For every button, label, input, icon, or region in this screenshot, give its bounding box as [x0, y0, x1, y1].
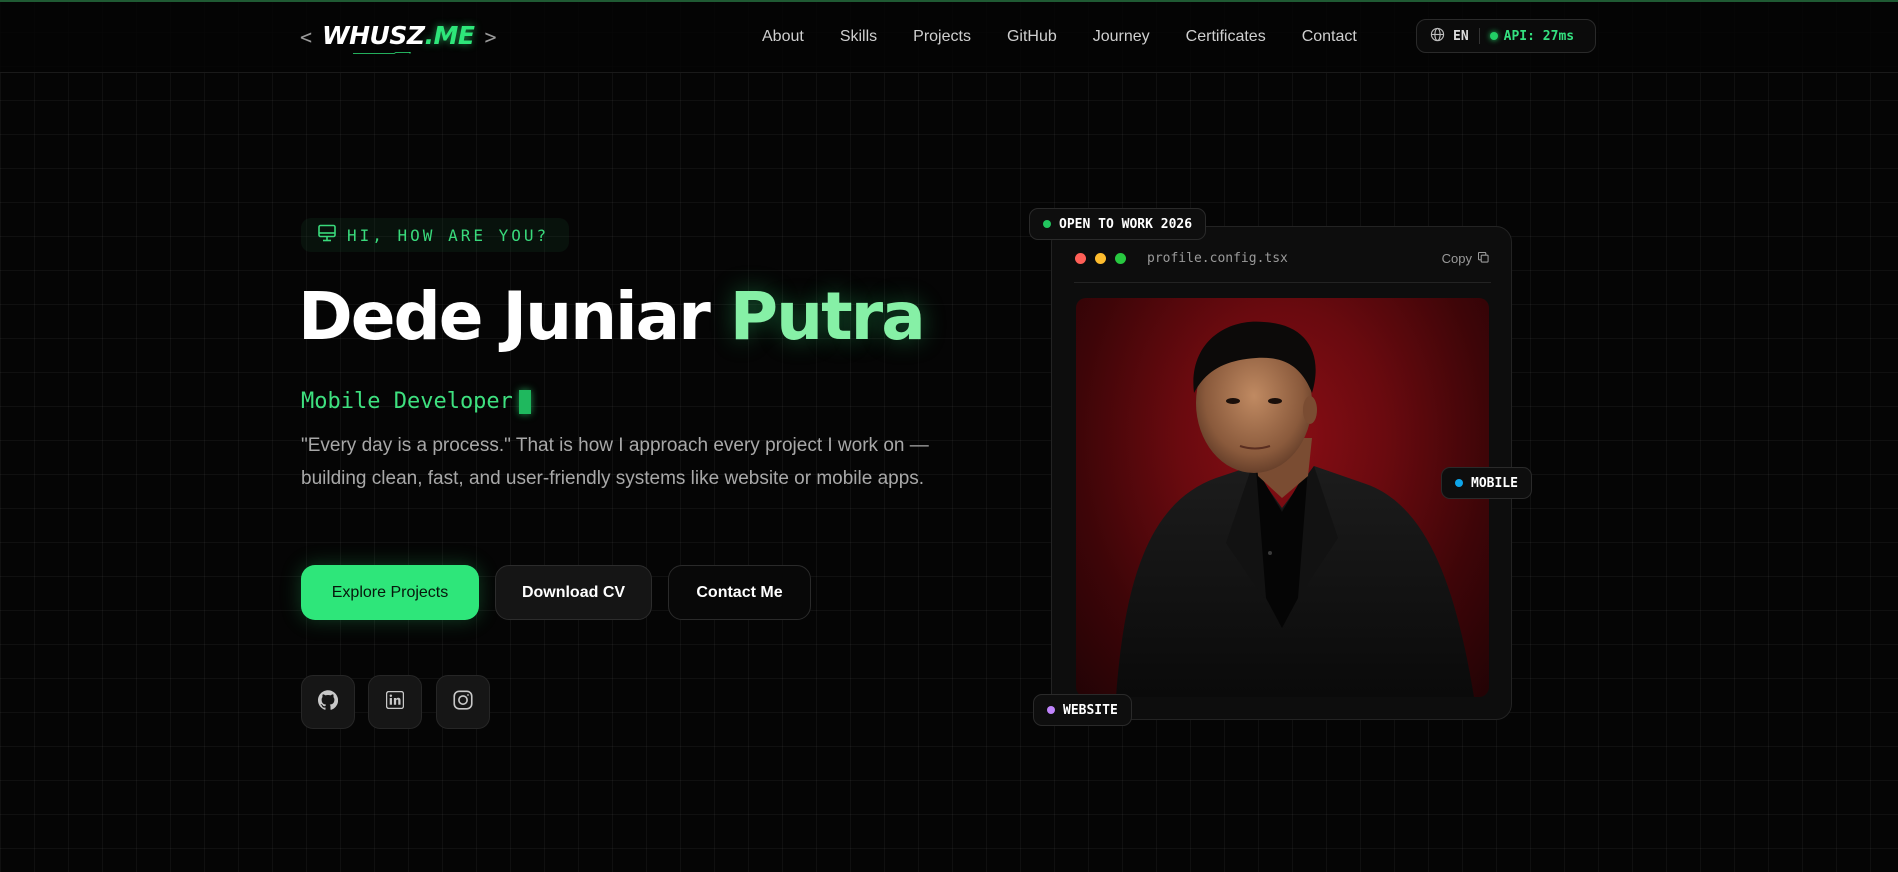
instagram-icon — [453, 689, 473, 715]
explore-projects-button[interactable]: Explore Projects — [301, 565, 479, 620]
mobile-dot — [1455, 479, 1463, 487]
nav-link-certificates[interactable]: Certificates — [1186, 26, 1266, 48]
nav-link-projects[interactable]: Projects — [913, 26, 971, 48]
website-text: WEBSITE — [1063, 702, 1118, 718]
hero-name-accent: Putra — [729, 278, 926, 355]
monitor-icon — [317, 224, 337, 247]
greeting-text: HI, HOW ARE YOU? — [347, 225, 550, 245]
globe-icon[interactable] — [1430, 27, 1445, 46]
api-status-dot — [1489, 32, 1498, 40]
hero-tagline: "Every day is a process." That is how I … — [301, 435, 929, 489]
logo-underline — [353, 52, 411, 54]
contact-me-button[interactable]: Contact Me — [668, 565, 811, 620]
status-pill: EN API: 27ms — [1416, 19, 1596, 53]
instagram-link[interactable] — [436, 675, 490, 729]
website-badge: WEBSITE — [1033, 694, 1132, 726]
logo[interactable]: < WHUSZ.ME > — [300, 20, 496, 60]
grid-background — [0, 0, 1898, 872]
copy-button[interactable]: Copy — [1442, 251, 1489, 266]
nav-link-journey[interactable]: Journey — [1093, 26, 1150, 48]
nav-link-contact[interactable]: Contact — [1302, 26, 1357, 48]
typing-cursor — [518, 389, 531, 414]
role-text: Mobile Developer — [301, 389, 513, 414]
open-to-work-dot — [1043, 220, 1051, 228]
profile-photo — [1076, 298, 1489, 697]
card-divider — [1074, 282, 1491, 283]
portrait-illustration — [1116, 321, 1474, 697]
window-controls — [1075, 253, 1135, 264]
nav-link-github[interactable]: GitHub — [1007, 26, 1057, 48]
nav-link-skills[interactable]: Skills — [840, 26, 877, 48]
nav-links: About Skills Projects GitHub Journey Cer… — [762, 26, 1357, 48]
api-latency: API: 27ms — [1503, 28, 1575, 44]
logo-suffix: .ME — [424, 21, 475, 50]
status-divider — [1478, 28, 1480, 44]
open-to-work-badge: OPEN TO WORK 2026 — [1029, 208, 1207, 240]
logo-text: WHUSZ — [322, 21, 425, 50]
linkedin-icon — [385, 690, 405, 714]
copy-label: Copy — [1441, 251, 1472, 266]
open-to-work-text: OPEN TO WORK 2026 — [1059, 216, 1193, 232]
github-link[interactable] — [301, 675, 355, 729]
logo-left-bracket: < — [300, 25, 313, 49]
linkedin-link[interactable] — [368, 675, 422, 729]
greeting-badge: HI, HOW ARE YOU? — [301, 218, 569, 252]
language-toggle[interactable]: EN — [1453, 29, 1469, 44]
window-dot-red — [1075, 253, 1086, 264]
navbar: < WHUSZ.ME > About Skills Projects GitHu… — [0, 2, 1898, 73]
github-icon — [318, 689, 339, 715]
mobile-badge: MOBILE — [1441, 467, 1532, 499]
window-dot-green — [1115, 253, 1126, 264]
mobile-text: MOBILE — [1471, 475, 1518, 491]
logo-right-bracket: > — [484, 25, 497, 49]
profile-filename: profile.config.tsx — [1147, 251, 1288, 266]
window-dot-yellow — [1095, 253, 1106, 264]
website-dot — [1047, 706, 1055, 714]
copy-icon — [1472, 251, 1489, 266]
download-cv-button[interactable]: Download CV — [495, 565, 652, 620]
nav-link-about[interactable]: About — [762, 26, 804, 48]
hero-name: Dede Juniar Putra — [298, 278, 926, 355]
logo-wordmark: WHUSZ.ME — [322, 20, 475, 52]
role-typewriter: Mobile Developer — [301, 389, 531, 414]
hero-name-first: Dede Juniar — [298, 278, 711, 355]
